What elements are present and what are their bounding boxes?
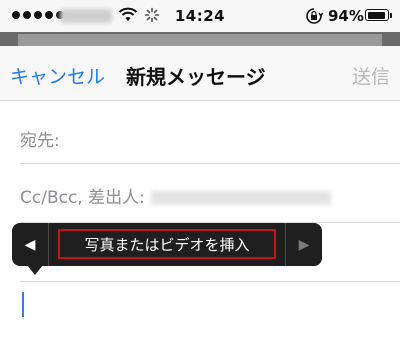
cc-bcc-from-field[interactable]: Cc/Bcc, 差出人: bbox=[20, 183, 400, 208]
underlying-sheet bbox=[18, 34, 382, 46]
divider bbox=[20, 163, 400, 164]
cancel-button[interactable]: キャンセル bbox=[10, 62, 105, 89]
menu-next-arrow-icon[interactable]: ▶ bbox=[286, 223, 322, 266]
battery-tip bbox=[390, 13, 392, 18]
send-button[interactable]: 送信 bbox=[352, 62, 390, 89]
cc-bcc-from-label: Cc/Bcc, 差出人: bbox=[20, 188, 145, 208]
divider bbox=[20, 281, 400, 282]
orientation-lock-icon bbox=[306, 8, 323, 24]
to-field-label: 宛先: bbox=[20, 131, 60, 151]
page-title: 新規メッセージ bbox=[126, 65, 266, 89]
status-bar: 14:24 94% bbox=[0, 0, 400, 32]
battery-percentage: 94% bbox=[328, 7, 364, 25]
sender-address-redacted bbox=[150, 191, 331, 205]
edit-menu-pointer bbox=[27, 265, 43, 275]
navigation-bar: キャンセル 新規メッセージ 送信 bbox=[0, 46, 400, 101]
to-field[interactable]: 宛先: bbox=[20, 126, 400, 151]
menu-previous-arrow-icon[interactable]: ◀ bbox=[12, 223, 48, 266]
menu-separator bbox=[48, 223, 49, 266]
battery-icon bbox=[365, 9, 389, 21]
text-cursor bbox=[22, 292, 24, 317]
insert-photo-video-button[interactable]: 写真またはビデオを挿入 bbox=[58, 229, 276, 259]
